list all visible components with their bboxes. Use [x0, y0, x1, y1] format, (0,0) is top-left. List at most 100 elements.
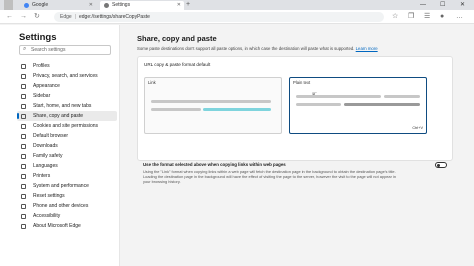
accessibility-icon	[21, 214, 26, 219]
sidebar-item-privacy[interactable]: Privacy, search, and services	[17, 71, 117, 81]
collections-icon[interactable]: ❐	[408, 13, 414, 21]
browser-icon	[21, 134, 26, 139]
forward-icon[interactable]: →	[20, 12, 27, 22]
sidebar-item-downloads[interactable]: Downloads	[17, 141, 117, 151]
sidebar-icon	[21, 94, 26, 99]
tab-google[interactable]: Google ✕	[20, 1, 96, 10]
refresh-icon[interactable]: ↻	[34, 12, 40, 22]
copy-links-toggle[interactable]	[435, 162, 447, 168]
sidebar-item-label: Downloads	[33, 143, 58, 149]
sidebar-item-printers[interactable]: Printers	[17, 171, 117, 181]
sidebar-item-reset[interactable]: Reset settings	[17, 191, 117, 201]
sidebar-item-label: Phone and other devices	[33, 203, 89, 209]
back-icon[interactable]: ←	[6, 12, 13, 22]
sidebar-item-label: Appearance	[33, 83, 60, 89]
sidebar-item-label: About Microsoft Edge	[33, 223, 81, 229]
favorites-star-icon[interactable]: ☆	[392, 13, 398, 21]
preview-line	[151, 108, 201, 111]
search-placeholder: Search settings	[31, 47, 66, 53]
settings-nav: Profiles Privacy, search, and services A…	[17, 61, 117, 231]
family-icon	[21, 154, 26, 159]
copy-links-toggle-description: Using the "Link" format when copying lin…	[143, 169, 396, 184]
link-option-label: Link	[148, 80, 156, 85]
cookie-icon	[21, 124, 26, 129]
search-icon: ⌕	[23, 46, 27, 52]
sidebar-item-label: Languages	[33, 163, 58, 169]
sidebar-item-label: Reset settings	[33, 193, 65, 199]
maximize-icon[interactable]: ☐	[440, 0, 445, 10]
plain-text-option-label: Plain text	[293, 80, 311, 85]
home-icon	[21, 104, 26, 109]
sidebar-item-share-copy-paste[interactable]: Share, copy and paste	[17, 111, 117, 121]
search-settings-input[interactable]: ⌕ Search settings	[19, 45, 111, 55]
sidebar-item-about[interactable]: About Microsoft Edge	[17, 221, 117, 231]
tab-label: Google	[32, 2, 49, 8]
settings-main: Share, copy and paste Some paste destina…	[120, 25, 474, 266]
sidebar-item-family-safety[interactable]: Family safety	[17, 151, 117, 161]
sidebar-item-label: Default browser	[33, 133, 69, 139]
sidebar-item-label: System and performance	[33, 183, 89, 189]
sidebar-item-label: Share, copy and paste	[33, 113, 84, 119]
favorites-icon[interactable]: ☰	[424, 13, 430, 21]
site-origin: Edge	[60, 14, 72, 20]
close-window-icon[interactable]: ✕	[460, 0, 465, 10]
tab-strip: Google ✕ Settings ✕ + — ☐ ✕	[0, 0, 474, 10]
share-icon	[21, 114, 26, 119]
preview-link-line	[203, 108, 271, 111]
preview-line	[384, 95, 420, 98]
sidebar-item-languages[interactable]: Languages	[17, 161, 117, 171]
profile-icon	[21, 64, 26, 69]
sidebar-item-phone[interactable]: Phone and other devices	[17, 201, 117, 211]
system-icon	[21, 184, 26, 189]
tab-label: Settings	[112, 2, 131, 8]
sidebar-item-label: Printers	[33, 173, 51, 179]
profile-avatar-icon[interactable]: ●	[440, 13, 444, 21]
sidebar-item-accessibility[interactable]: Accessibility	[17, 211, 117, 221]
sidebar-item-label: Privacy, search, and services	[33, 73, 98, 79]
format-card-heading: URL copy & paste format default	[144, 62, 211, 67]
more-options-icon[interactable]: …	[456, 13, 463, 21]
sidebar-item-start-home[interactable]: Start, home, and new tabs	[17, 101, 117, 111]
minimize-icon[interactable]: —	[420, 0, 426, 10]
sidebar-item-cookies[interactable]: Cookies and site permissions	[17, 121, 117, 131]
reset-icon	[21, 194, 26, 199]
google-favicon-icon	[24, 3, 29, 8]
new-tab-icon[interactable]: +	[186, 0, 190, 10]
link-format-option[interactable]: Link	[144, 77, 282, 134]
sidebar-item-label: Cookies and site permissions	[33, 123, 99, 129]
close-tab-icon[interactable]: ✕	[177, 1, 181, 10]
toggle-knob	[437, 164, 440, 167]
page-description: Some paste destinations don't support al…	[137, 46, 378, 51]
settings-title: Settings	[19, 32, 57, 43]
address-bar[interactable]: Edge | edge://settings/shareCopyPaste	[54, 12, 384, 22]
download-icon	[21, 144, 26, 149]
learn-more-link[interactable]: Learn more	[356, 46, 378, 51]
edge-icon	[21, 224, 26, 229]
tab-settings[interactable]: Settings ✕	[100, 1, 184, 10]
lock-icon	[21, 74, 26, 79]
address-separator: |	[74, 14, 76, 20]
sidebar-item-sidebar[interactable]: Sidebar	[17, 91, 117, 101]
preview-line	[151, 100, 271, 103]
phone-icon	[21, 204, 26, 209]
sidebar-item-appearance[interactable]: Appearance	[17, 81, 117, 91]
preview-plain-url-line	[344, 103, 420, 106]
page-title: Share, copy and paste	[137, 34, 217, 43]
sidebar-item-label: Family safety	[33, 153, 63, 159]
tab-actions-button[interactable]	[4, 0, 13, 10]
copy-links-toggle-label: Use the format selected above when copyi…	[143, 162, 286, 167]
sidebar-item-profiles[interactable]: Profiles	[17, 61, 117, 71]
printer-icon	[21, 174, 26, 179]
sidebar-item-default-browser[interactable]: Default browser	[17, 131, 117, 141]
toolbar: ← → ↻ Edge | edge://settings/shareCopyPast…	[0, 10, 474, 24]
plain-text-format-option[interactable]: Plain text ⇱ Ctrl+V	[289, 77, 427, 134]
settings-sidebar: Settings ⌕ Search settings Profiles Priv…	[0, 25, 120, 266]
sidebar-item-label: Accessibility	[33, 213, 61, 219]
description-text: Some paste destinations don't support al…	[137, 46, 355, 51]
close-tab-icon[interactable]: ✕	[89, 1, 93, 10]
paste-shortcut-label: Ctrl+V	[412, 126, 423, 130]
format-card: URL copy & paste format default Link Pla…	[137, 56, 453, 161]
sidebar-item-system[interactable]: System and performance	[17, 181, 117, 191]
preview-line	[296, 103, 341, 106]
preview-line	[296, 95, 381, 98]
